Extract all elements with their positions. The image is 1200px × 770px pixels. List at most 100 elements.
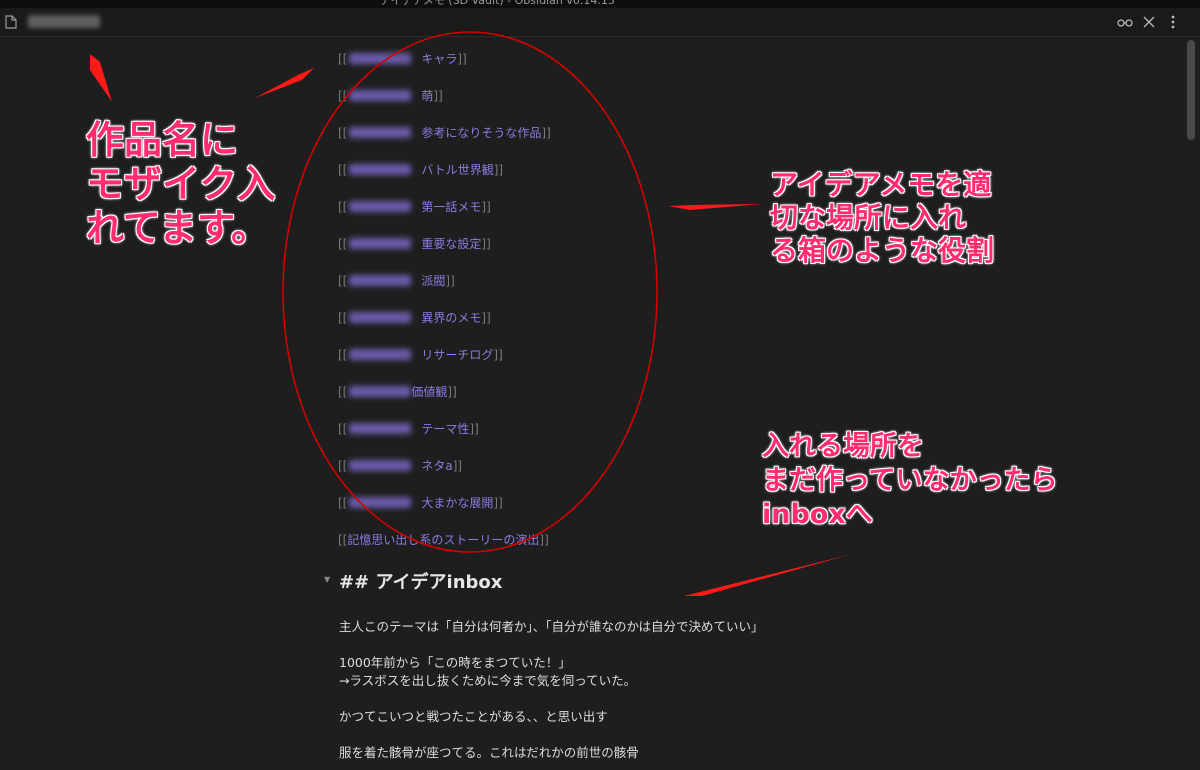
heading-marker: ## bbox=[339, 572, 370, 593]
note-header bbox=[0, 8, 1200, 37]
link-text[interactable]: 派閥 bbox=[421, 274, 445, 288]
window-title: アイデアメモ (SD Vault) - Obsidian v0.14.15 bbox=[380, 0, 615, 7]
link-bracket-open: [[ bbox=[338, 422, 348, 436]
link-text[interactable]: 萌 bbox=[421, 89, 433, 103]
reading-view-icon[interactable] bbox=[1116, 13, 1134, 31]
annotation-line: モザイク入 bbox=[86, 162, 276, 206]
link-bracket-open: [[ bbox=[338, 89, 348, 103]
heading-title: アイデアinbox bbox=[375, 572, 503, 593]
annotation-line: inboxへ bbox=[762, 499, 873, 530]
link-bracket-close: ]] bbox=[469, 422, 479, 436]
work-title-mosaic bbox=[349, 201, 412, 212]
link-text[interactable]: ネタa bbox=[421, 459, 452, 473]
internal-link[interactable]: [[バトル世界観]] bbox=[338, 161, 551, 198]
link-bracket-open: [[ bbox=[338, 52, 348, 66]
link-bracket-open: [[ bbox=[338, 237, 348, 251]
internal-link[interactable]: [[ 価値観]] bbox=[338, 383, 551, 420]
link-text[interactable]: 異界のメモ bbox=[421, 311, 481, 325]
body-line bbox=[339, 726, 764, 744]
annotation-line: まだ作っていなかったら bbox=[762, 465, 1058, 496]
link-text[interactable]: テーマ性 bbox=[421, 422, 469, 436]
link-text[interactable]: 記憶思い出し系のストーリーの演出 bbox=[347, 533, 539, 547]
link-bracket-close: ]] bbox=[447, 385, 457, 399]
internal-link[interactable]: [[ 大まかな展開]] bbox=[338, 494, 551, 531]
link-text[interactable]: キャラ bbox=[421, 52, 457, 66]
work-title-mosaic bbox=[349, 275, 412, 286]
work-title-mosaic bbox=[349, 164, 412, 175]
body-line: 主人このテーマは「自分は何者か」、「自分が誰なのかは自分で決めていい」 bbox=[339, 619, 764, 634]
work-title-mosaic bbox=[349, 90, 412, 101]
link-text[interactable]: 重要な設定 bbox=[421, 237, 481, 251]
internal-link[interactable]: [[ 異界のメモ]] bbox=[338, 309, 551, 346]
annotation-line: アイデアメモを適 bbox=[770, 168, 992, 201]
link-bracket-close: ]] bbox=[493, 348, 503, 362]
work-title-mosaic bbox=[349, 53, 412, 64]
work-title-mosaic bbox=[349, 312, 412, 323]
body-line: →ラスボスを出し抜くために今まで気を伺っていた。 bbox=[339, 673, 637, 688]
link-bracket-close: ]] bbox=[493, 163, 504, 177]
arrow-to-title bbox=[90, 54, 112, 102]
work-title-mosaic bbox=[349, 238, 412, 249]
body-line: かつてこいつと戦つたことがある、、と思い出す bbox=[339, 709, 608, 724]
link-text[interactable]: 第一話メモ bbox=[421, 200, 481, 214]
internal-link[interactable]: [[ 第一話メモ]] bbox=[338, 198, 551, 235]
link-bracket-open: [[ bbox=[338, 311, 348, 325]
annotation-line: れてます。 bbox=[86, 206, 270, 250]
internal-link[interactable]: [[参考になりそうな作品]] bbox=[338, 124, 551, 161]
link-bracket-close: ]] bbox=[445, 274, 455, 288]
body-line bbox=[339, 690, 764, 708]
more-options-icon[interactable] bbox=[1164, 13, 1182, 31]
work-title-mosaic bbox=[349, 460, 412, 471]
close-icon[interactable] bbox=[1140, 13, 1158, 31]
link-text[interactable]: 価値観 bbox=[411, 385, 447, 399]
annotation-mosaic-note: 作品名に モザイク入 れてます。 bbox=[86, 118, 275, 250]
body-line bbox=[339, 636, 764, 654]
annotation-line: る箱のような役割 bbox=[770, 234, 995, 267]
link-bracket-close: ]] bbox=[452, 459, 463, 473]
annotation-line: 入れる場所を bbox=[762, 431, 924, 462]
internal-link[interactable]: [[重要な設定]] bbox=[338, 235, 551, 272]
link-bracket-close: ]] bbox=[481, 311, 491, 325]
link-bracket-close: ]] bbox=[481, 200, 491, 214]
internal-link[interactable]: [[ 萌]] bbox=[338, 87, 551, 124]
link-text[interactable]: バトル世界観 bbox=[421, 163, 493, 177]
internal-link-plain[interactable]: [[記憶思い出し系のストーリーの演出]] bbox=[338, 531, 551, 568]
work-title-mosaic bbox=[349, 423, 412, 434]
link-bracket-open: [[ bbox=[338, 200, 348, 214]
link-bracket-open: [[ bbox=[338, 385, 348, 399]
scrollbar-track[interactable] bbox=[1184, 37, 1196, 770]
file-icon bbox=[5, 15, 17, 29]
link-text[interactable]: 大まかな展開 bbox=[421, 496, 493, 510]
window-titlebar: アイデアメモ (SD Vault) - Obsidian v0.14.15 bbox=[0, 0, 1200, 8]
link-text[interactable]: 参考になりそうな作品 bbox=[421, 126, 541, 140]
link-bracket-close: ]] bbox=[541, 126, 551, 140]
link-text[interactable]: リサーチログ bbox=[421, 348, 493, 362]
work-title-mosaic bbox=[349, 349, 412, 360]
link-bracket-close: ]] bbox=[539, 533, 549, 547]
note-title-mosaic[interactable] bbox=[28, 15, 100, 28]
work-title-mosaic bbox=[349, 497, 412, 508]
internal-link-list: [[キャラ]] [[萌]] [[参考になりそうな作品]] [[バトル世界観]] … bbox=[338, 50, 551, 568]
link-bracket-open: [[ bbox=[338, 348, 348, 362]
link-bracket-close: ]] bbox=[433, 89, 443, 103]
annotation-line: 切な場所に入れ bbox=[770, 201, 967, 234]
work-title-mosaic bbox=[349, 386, 412, 397]
link-bracket-open: [[ bbox=[338, 533, 348, 547]
arrow-to-links bbox=[255, 68, 314, 98]
internal-link[interactable]: [[ リサーチログ]] bbox=[338, 346, 551, 383]
internal-link[interactable]: [[ テーマ性]] bbox=[338, 420, 551, 457]
note-body[interactable]: 主人このテーマは「自分は何者か」、「自分が誰なのかは自分で決めていい」 1000… bbox=[339, 618, 764, 762]
annotation-line: 作品名に bbox=[86, 118, 239, 162]
link-bracket-close: ]] bbox=[457, 52, 467, 66]
scrollbar-thumb[interactable] bbox=[1187, 40, 1195, 140]
annotation-inbox-note: 入れる場所を まだ作っていなかったら inboxへ bbox=[762, 430, 1058, 532]
internal-link[interactable]: [[ ネタa]] bbox=[338, 457, 551, 494]
internal-link[interactable]: [[ キャラ]] bbox=[338, 50, 551, 87]
link-bracket-open: [[ bbox=[338, 459, 348, 473]
internal-link[interactable]: [[派閥]] bbox=[338, 272, 551, 309]
body-line: 服を着た骸骨が座つてる。これはだれかの前世の骸骨 bbox=[339, 745, 639, 760]
fold-icon[interactable]: ▼ bbox=[324, 576, 332, 584]
arrow-to-heading bbox=[684, 554, 852, 596]
link-bracket-open: [[ bbox=[338, 496, 348, 510]
link-bracket-close: ]] bbox=[493, 496, 503, 510]
